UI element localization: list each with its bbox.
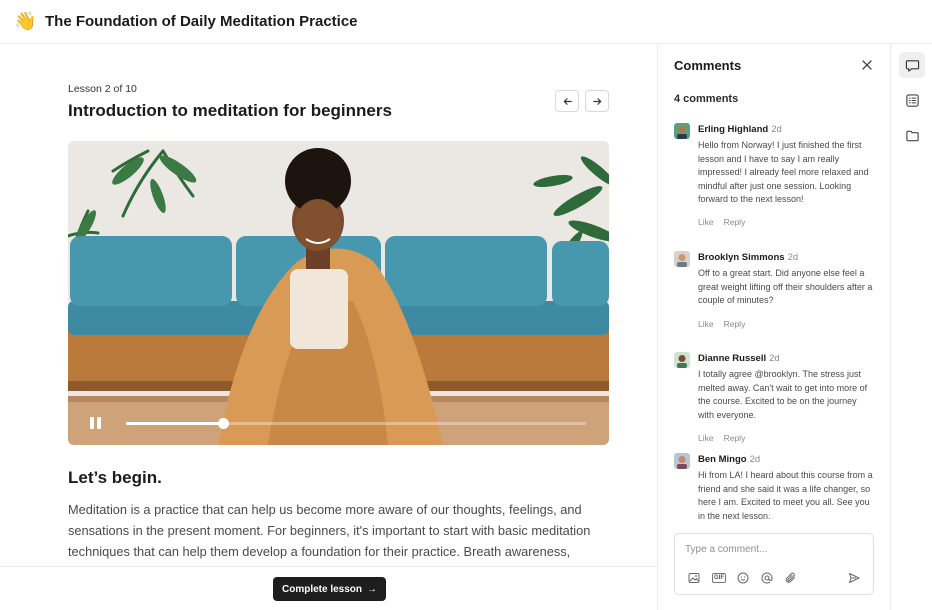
like-button[interactable]: Like	[698, 433, 714, 443]
avatar	[674, 251, 690, 267]
complete-lesson-label: Complete lesson	[281, 583, 363, 595]
top-bar: 👋 The Foundation of Daily Meditation Pra…	[0, 0, 932, 44]
section-heading: Let’s begin.	[68, 468, 162, 487]
comment-author[interactable]: Dianne Russell 2d	[698, 353, 780, 364]
comment-text: Hi from LA! I heard about this course fr…	[698, 470, 873, 521]
comment-input[interactable]	[685, 544, 865, 555]
video-frame-image	[68, 141, 609, 445]
avatar	[674, 453, 690, 469]
comment-author[interactable]: Ben Mingo 2d	[698, 454, 760, 465]
complete-lesson-button[interactable]: Complete lesson →	[273, 577, 386, 601]
lesson-content: Lesson 2 of 10 Introduction to meditatio…	[0, 44, 658, 610]
comment-time: 2d	[769, 353, 780, 364]
folder-icon	[905, 130, 919, 141]
comments-title: Comments	[674, 58, 742, 73]
comment-icon	[905, 59, 919, 72]
comment-actions: Like Reply	[698, 433, 745, 443]
gif-icon[interactable]: GIF	[712, 571, 726, 585]
course-title: The Foundation of Daily Meditation Pract…	[45, 13, 358, 30]
lessons-tab-button[interactable]	[899, 87, 925, 113]
reply-button[interactable]: Reply	[724, 217, 746, 227]
comment-author[interactable]: Brooklyn Simmons 2d	[698, 252, 798, 263]
video-progress-fill	[126, 422, 223, 425]
like-button[interactable]: Like	[698, 319, 714, 329]
video-scrubber-handle[interactable]	[217, 418, 229, 429]
lesson-video-player[interactable]	[68, 141, 609, 445]
avatar	[674, 352, 690, 368]
close-icon[interactable]	[861, 59, 873, 71]
emoji-icon[interactable]	[736, 571, 750, 585]
comment-text: I totally agree @brooklyn. The stress ju…	[698, 369, 868, 420]
comment-actions: Like Reply	[698, 217, 745, 227]
arrow-right-icon	[592, 97, 601, 105]
comment-text: Hello from Norway! I just finished the f…	[698, 140, 869, 204]
checklist-icon	[905, 93, 919, 107]
reply-button[interactable]: Reply	[724, 319, 746, 329]
comment-time: 2d	[787, 252, 799, 263]
comment-text: Off to a great start. Did anyone else fe…	[698, 268, 873, 305]
comments-count: 4 comments	[674, 93, 739, 105]
lesson-counter: Lesson 2 of 10	[68, 83, 137, 95]
arrow-left-icon	[563, 97, 572, 105]
video-progress-bar[interactable]	[126, 418, 586, 429]
pause-bar	[90, 417, 94, 429]
comments-tab-button[interactable]	[899, 52, 925, 78]
send-icon[interactable]	[847, 571, 861, 585]
pause-bar	[97, 417, 101, 429]
reply-button[interactable]: Reply	[724, 433, 746, 443]
files-tab-button[interactable]	[899, 122, 925, 148]
right-rail	[890, 44, 932, 610]
comment-time: 2d	[771, 124, 782, 135]
comment-actions: Like Reply	[698, 319, 745, 329]
like-button[interactable]: Like	[698, 217, 714, 227]
comment-time: 2d	[749, 454, 761, 465]
previous-lesson-button[interactable]	[555, 90, 579, 112]
arrow-right-icon: →	[367, 583, 378, 595]
comment-author[interactable]: Erling Highland 2d	[698, 124, 782, 135]
mention-icon[interactable]	[760, 571, 774, 585]
waving-hand-emoji: 👋	[14, 11, 37, 31]
comments-panel: Comments 4 comments Erling Highland 2d He…	[659, 44, 890, 610]
pause-button[interactable]	[90, 417, 104, 431]
lesson-footer: Complete lesson →	[0, 566, 657, 610]
lesson-title: Introduction to meditation for beginners	[68, 101, 392, 120]
attachment-icon[interactable]	[784, 571, 798, 585]
gif-label: GIF	[712, 573, 726, 583]
comment-composer: GIF	[674, 533, 874, 595]
avatar	[674, 123, 690, 139]
image-icon[interactable]	[687, 571, 701, 585]
next-lesson-button[interactable]	[585, 90, 609, 112]
